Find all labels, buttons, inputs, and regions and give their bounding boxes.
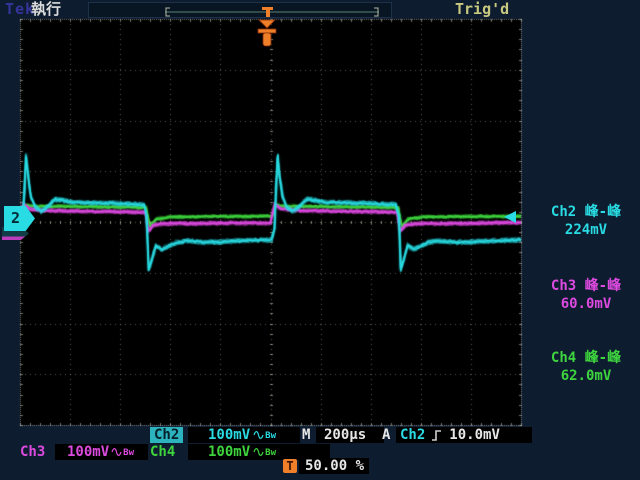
ch3-bandwidth-label: Bw [123, 448, 134, 458]
trigger-level: 10.0mV [449, 427, 500, 443]
waveform-display [0, 0, 640, 480]
oscilloscope-screen: Tek 執行 Trig'd 2 Ch2 峰-峰 224mV Ch3 峰-峰 60… [0, 0, 640, 480]
trigger-position-icon: T [283, 459, 297, 473]
ch3-channel-button[interactable]: Ch3 [20, 444, 45, 460]
trigger-mode-label: A [382, 427, 391, 443]
ch4-channel-button[interactable]: Ch4 [150, 444, 175, 460]
trigger-source: Ch2 [400, 427, 426, 443]
timebase-label: M [302, 427, 311, 443]
ch2-ac-coupling-icon [253, 431, 264, 439]
ch2-scale-value: 100mV [208, 427, 251, 443]
ch2-scale-readout[interactable]: 100mV Bw [188, 427, 300, 443]
ch4-bandwidth-label: Bw [265, 448, 276, 458]
measurement-ch3-label: Ch3 峰-峰 [550, 278, 622, 294]
ch2-bandwidth-label: Bw [265, 431, 276, 441]
acquisition-status: 執行 [31, 0, 62, 18]
record-view-graphic [165, 7, 379, 17]
ch3-ac-coupling-icon [111, 448, 122, 456]
timebase-readout[interactable]: 200µs [316, 427, 384, 443]
measurement-ch2-value: 224mV [564, 222, 608, 238]
trigger-position-readout[interactable]: 50.00 % [299, 458, 369, 474]
ch3-scale-value: 100mV [67, 444, 110, 460]
ch4-ac-coupling-icon [253, 448, 264, 456]
trigger-status: Trig'd [455, 0, 510, 18]
timebase-value: 200µs [324, 427, 367, 443]
trigger-position-value: 50.00 % [305, 458, 365, 474]
measurement-ch4-label: Ch4 峰-峰 [550, 350, 622, 366]
trigger-readout[interactable]: Ch2 10.0mV [396, 427, 532, 443]
rising-slope-icon [432, 429, 442, 441]
measurement-ch2-label: Ch2 峰-峰 [550, 204, 622, 220]
measurement-ch4-value: 62.0mV [560, 368, 612, 384]
ch2-channel-button[interactable]: Ch2 [150, 427, 184, 443]
trigger-position-marker-icon[interactable] [255, 19, 279, 48]
ch2-level-arrow-icon [504, 211, 516, 223]
record-view-bar [88, 2, 392, 18]
ch4-scale-value: 100mV [208, 444, 251, 460]
ch3-scale-readout[interactable]: 100mV Bw [55, 444, 148, 460]
measurement-ch3-value: 60.0mV [560, 296, 612, 312]
